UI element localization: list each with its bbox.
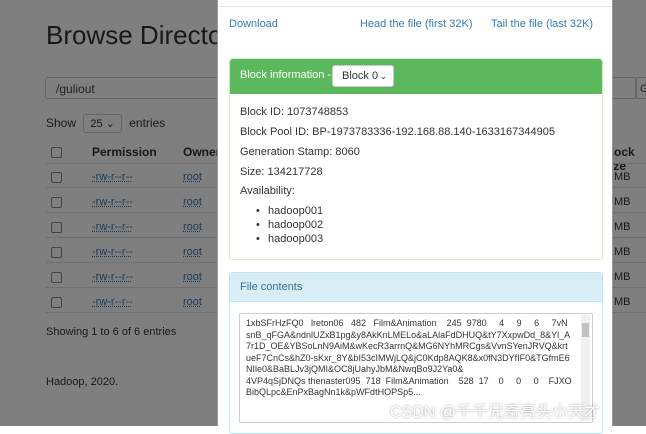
datanode-item: hadoop002 — [256, 219, 323, 231]
datanode-item: hadoop001 — [256, 205, 323, 217]
download-link[interactable]: Download — [229, 18, 278, 30]
block-select[interactable]: Block 0 ⌄ — [332, 65, 394, 87]
head-file-link[interactable]: Head the file (first 32K) — [360, 18, 473, 30]
file-contents-title: File contents — [240, 281, 303, 293]
modal-header-divider — [218, 6, 612, 7]
block-panel-header: Block information -- Block 0 ⌄ — [230, 59, 602, 94]
block-pool-id: Block Pool ID: BP-1973783336-192.168.88.… — [240, 126, 555, 138]
block-information-panel: Block information -- Block 0 ⌄ Block ID:… — [229, 58, 603, 260]
file-info-modal: Download Head the file (first 32K) Tail … — [217, 0, 613, 434]
block-select-value: Block 0 — [342, 70, 379, 82]
file-contents-header: File contents — [230, 273, 602, 302]
csdn-watermark: CSDN @千千兄奇亮头小天才 — [390, 404, 601, 421]
tail-file-link[interactable]: Tail the file (last 32K) — [491, 18, 593, 30]
generation-stamp: Generation Stamp: 8060 — [240, 146, 360, 158]
availability-label: Availability: — [240, 185, 295, 197]
block-id: Block ID: 1073748853 — [240, 106, 349, 118]
scrollbar-thumb[interactable] — [582, 323, 589, 337]
chevron-down-icon: ⌄ — [379, 71, 387, 81]
block-size: Size: 134217728 — [240, 166, 323, 178]
datanode-item: hadoop003 — [256, 233, 323, 245]
block-panel-title: Block information -- — [240, 69, 335, 81]
